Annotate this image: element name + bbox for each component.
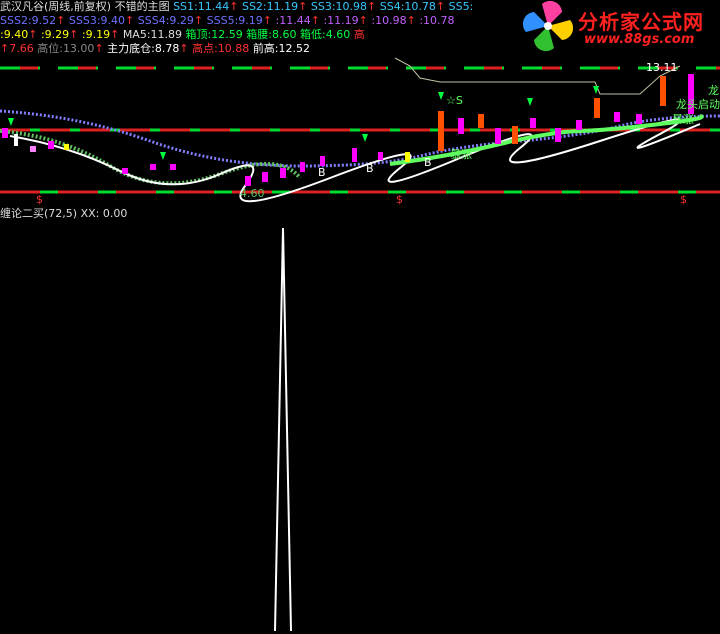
high-pos-value: 13.00: [62, 42, 95, 55]
sub-chart-svg: [274, 227, 292, 632]
xx-label: XX:: [80, 207, 100, 220]
soar-label: 暴涨: [672, 113, 694, 126]
logo-url: www.88gs.com: [584, 32, 695, 47]
upper-dotted-band: [0, 109, 720, 168]
line-value: 9.19: [85, 28, 111, 41]
main-chart-svg: [0, 57, 720, 203]
up-arrow-icon: ↑: [262, 14, 272, 27]
sss3-label: SSS3:: [68, 14, 101, 27]
header-row-2: SSS2:9.52↑ SSS3:9.40↑ SSS4:9.29↑ SSS5:9.…: [0, 14, 455, 28]
up-arrow-icon: ↑: [229, 0, 239, 13]
up-arrow-icon: ↑: [435, 0, 446, 13]
box-mid-value: 8.60: [271, 28, 297, 41]
main-bottom-value: 8.78: [154, 42, 180, 55]
box-low-label: 箱低:: [299, 28, 326, 41]
high-point-value: 10.88: [217, 42, 250, 55]
high-price-line: [394, 57, 681, 95]
header-row-1: 武汉凡谷(周线,前复权) 不错的主图 SS1:11.44↑ SS2:11.19↑…: [0, 0, 473, 14]
sss5-label: SSS5:: [206, 14, 239, 27]
prev-high-value: 12.52: [278, 42, 311, 55]
main-bottom-label: 主力底仓:: [107, 42, 155, 55]
up-arrow-icon: ↑: [406, 14, 416, 27]
pinwheel-logo-icon: [522, 0, 574, 52]
ss2-value: 11.19: [266, 0, 299, 13]
site-logo: 分析家公式网 www.88gs.com: [518, 0, 720, 52]
ss4-value: 10.78: [404, 0, 436, 13]
up-arrow-icon: ↑: [179, 42, 189, 55]
line-value: 11.19: [327, 14, 359, 27]
up-arrow-icon: ↑: [110, 28, 120, 41]
high-pos-label: 高位:: [37, 42, 63, 55]
ss5-label: SS5:: [448, 0, 474, 13]
low-price-label: 4.60: [240, 187, 265, 200]
signal-spike-line: [274, 227, 292, 632]
ss2-label: SS2:: [241, 0, 267, 13]
ss1-value: 11.44: [197, 0, 230, 13]
chart-title: 武汉凡谷(周线,前复权) 不错的主图: [0, 0, 170, 13]
ss1-label: SS1:: [173, 0, 198, 13]
sub-indicator-title-row: 缠论二买(72,5) XX: 0.00: [0, 207, 127, 221]
up-arrow-icon: ↑: [193, 14, 204, 27]
dollar-marker: $: [680, 193, 687, 206]
up-arrow-icon: ↑: [0, 42, 10, 55]
box-top-label: 箱顶:: [185, 28, 212, 41]
up-arrow-icon: ↑: [125, 14, 135, 27]
sub-indicator-chart[interactable]: [0, 222, 720, 632]
up-arrow-icon: ↑: [298, 0, 308, 13]
main-price-chart[interactable]: 13.11 4.60 ☆S B B B 暴涨 暴涨 龙头启动 龙 $ $ $: [0, 56, 720, 206]
ss3-label: SS3:: [310, 0, 336, 13]
line-value: 11.44: [279, 14, 311, 27]
b-marker: B: [318, 166, 326, 179]
row4-first-value: 7.66: [9, 42, 34, 55]
sss4-value: 9.29: [169, 14, 194, 27]
top-price-label: 13.11: [646, 61, 678, 74]
line-value: 10.98: [375, 14, 407, 27]
up-arrow-icon: ↑: [28, 28, 38, 41]
up-arrow-icon: ↑: [94, 42, 104, 55]
xx-value: 0.00: [102, 207, 128, 220]
dragon-label: 龙头启动: [676, 98, 720, 111]
sub-indicator-name: 缠论二买(72,5): [0, 207, 78, 220]
header-row-4: ↑7.66 高位:13.00↑ 主力底仓:8.78↑ 高点:10.88 前高:1…: [0, 42, 310, 56]
ss4-label: SS4:: [379, 0, 405, 13]
up-arrow-icon: ↑: [367, 0, 377, 13]
ma5-label: MA5:: [122, 28, 151, 41]
prev-high-label: 前高:: [252, 42, 279, 55]
up-arrow-icon: ↑: [56, 14, 66, 27]
high-point-label: 高点:: [192, 42, 218, 55]
header-row-3: :9.40↑ :9.29↑ :9.19↑ MA5:11.89 箱顶:12.59 …: [0, 28, 365, 42]
star-s-marker: ☆S: [446, 94, 463, 107]
dollar-marker: $: [396, 193, 403, 206]
sss2-label: SSS2:: [0, 14, 32, 27]
box-mid-label: 箱腰:: [246, 28, 272, 41]
up-arrow-icon: ↑: [69, 28, 79, 41]
up-arrow-icon: ↑: [358, 14, 368, 27]
logo-name: 分析家公式网: [578, 10, 704, 34]
box-top-value: 12.59: [211, 28, 243, 41]
b-marker: B: [424, 156, 432, 169]
dollar-marker: $: [36, 193, 43, 206]
up-arrow-icon: ↑: [310, 14, 320, 27]
box-low-value: 4.60: [325, 28, 351, 41]
high-short-label: 高: [353, 28, 365, 41]
sss3-value: 9.40: [100, 14, 126, 27]
sss2-value: 9.52: [31, 14, 57, 27]
line-value: 9.29: [44, 28, 70, 41]
sss4-label: SSS4:: [137, 14, 170, 27]
line-value: 9.40: [3, 28, 29, 41]
soar-label: 暴涨: [450, 148, 472, 161]
ma5-value: 11.89: [150, 28, 183, 41]
line-value: 10.78: [423, 14, 455, 27]
dragon-short-label: 龙: [708, 84, 719, 97]
buy-arrow-icon: [8, 86, 599, 160]
ss3-value: 10.98: [335, 0, 368, 13]
lower-dotted-band: [0, 129, 302, 186]
b-marker: B: [366, 162, 374, 175]
sss5-value: 9.19: [238, 14, 263, 27]
